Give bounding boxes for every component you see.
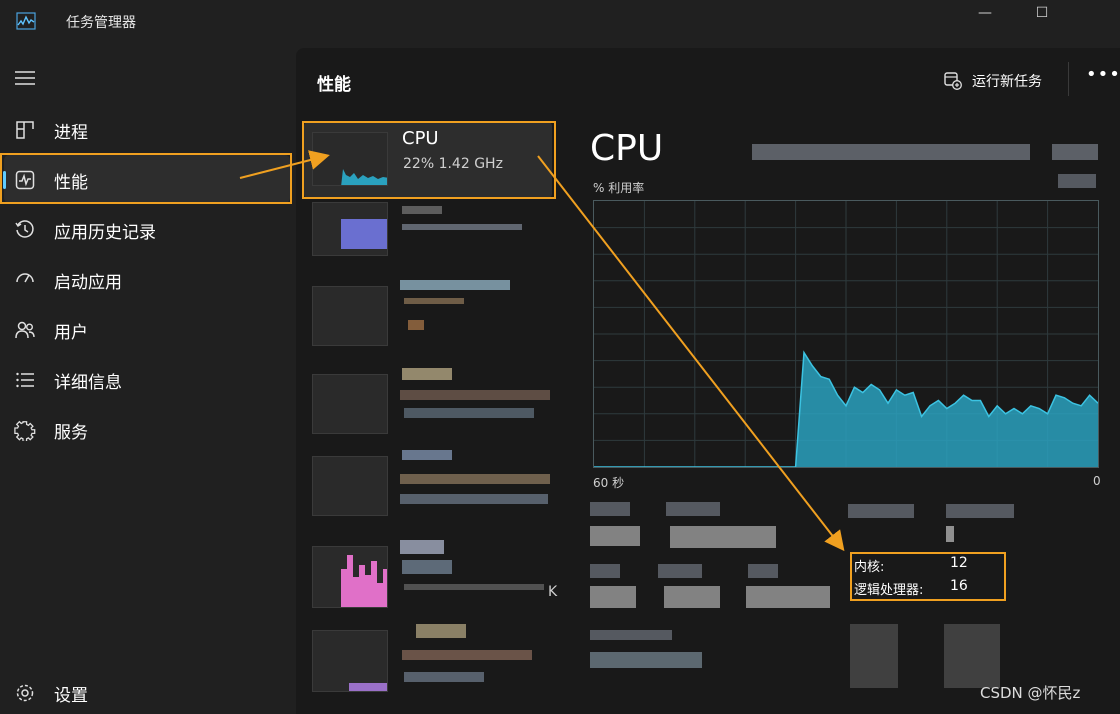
sidebar-item-performance[interactable]: 性能 [3, 155, 290, 203]
sidebar-item-startup-apps[interactable]: 启动应用 [4, 255, 290, 303]
detail-title: CPU [590, 128, 664, 169]
sidebar-item-app-history[interactable]: 应用历史记录 [4, 205, 290, 253]
cpu-max-redacted [1058, 174, 1096, 188]
stats-redacted [590, 526, 640, 546]
sidebar-item-details[interactable]: 详细信息 [4, 355, 290, 403]
stray-letter: K [548, 584, 558, 600]
users-icon [15, 321, 35, 339]
watermark: CSDN @怀民z [980, 684, 1081, 702]
axis-right-label: 0 [1093, 474, 1101, 488]
run-new-task-button[interactable]: 运行新任务 [944, 68, 1042, 94]
sidebar-item-processes[interactable]: 进程 [4, 105, 290, 153]
stats-redacted [590, 502, 630, 516]
sidebar-item-label: 应用历史记录 [54, 223, 156, 243]
cores-label: 内核: [854, 560, 885, 575]
processes-icon [16, 121, 34, 139]
performance-icon [15, 170, 35, 190]
minimize-button[interactable]: — [962, 0, 1008, 30]
stats-redacted [658, 564, 702, 578]
device-summary: 22% 1.42 GHz [403, 156, 503, 172]
logical-processors-value: 16 [950, 578, 968, 594]
settings-label: 设置 [54, 686, 88, 706]
cpu-thumbnail [312, 132, 388, 186]
title-bar: 任务管理器 — ☐ [0, 0, 1120, 44]
device-memory[interactable] [304, 198, 552, 274]
gpu-thumbnail [312, 630, 388, 692]
device-disk-1[interactable] [304, 364, 552, 440]
sidebar-item-label: 性能 [54, 173, 88, 193]
stats-redacted [850, 624, 898, 688]
run-new-task-label: 运行新任务 [972, 74, 1042, 90]
task-manager-icon [16, 12, 36, 30]
window-title: 任务管理器 [66, 15, 136, 31]
stats-redacted [664, 586, 720, 608]
sidebar-item-label: 启动应用 [54, 273, 122, 293]
main-panel: 性能 运行新任务 ••• CPU 22% 1.42 GHz K CPU % 利用… [296, 48, 1120, 714]
details-icon [16, 372, 34, 388]
main-header: 性能 运行新任务 ••• [296, 48, 1120, 110]
stats-redacted [670, 526, 776, 548]
cpu-model-redacted [1052, 144, 1098, 160]
sidebar-item-users[interactable]: 用户 [4, 305, 290, 353]
stats-redacted [946, 504, 1014, 518]
cpu-graph-svg [594, 201, 1099, 468]
device-name: CPU [402, 128, 439, 149]
axis-left-label: 60 秒 [593, 476, 625, 490]
startup-icon [16, 273, 34, 283]
sidebar-item-label: 服务 [54, 423, 88, 443]
cpu-utilization-graph [593, 200, 1099, 468]
stats-redacted [944, 624, 1000, 688]
sidebar-item-settings[interactable]: 设置 [4, 668, 290, 714]
run-task-icon [944, 72, 962, 90]
sidebar-item-label: 进程 [54, 123, 88, 143]
page-title: 性能 [317, 75, 351, 95]
sidebar-item-label: 用户 [54, 323, 88, 343]
memory-thumbnail [312, 202, 388, 256]
cpu-model-redacted [752, 144, 1030, 160]
stats-redacted [590, 586, 636, 608]
device-gpu-0[interactable]: K [304, 536, 557, 612]
device-cpu[interactable]: CPU 22% 1.42 GHz [304, 122, 552, 198]
services-icon [14, 420, 36, 441]
logical-processors-label: 逻辑处理器: [854, 583, 924, 598]
hamburger-menu-icon[interactable] [14, 68, 36, 88]
header-divider [1068, 62, 1069, 96]
device-network[interactable] [304, 446, 552, 522]
sidebar-item-label: 详细信息 [54, 373, 122, 393]
sidebar: 进程 性能 应用历史记录 启动应用 用户 详细信息 服务 设置 [0, 44, 296, 714]
gear-icon [16, 684, 34, 702]
device-gpu-1[interactable] [304, 620, 552, 696]
maximize-button[interactable]: ☐ [1019, 0, 1065, 30]
stats-redacted [746, 586, 830, 608]
stats-redacted [946, 526, 954, 542]
stats-redacted [666, 502, 720, 516]
sidebar-item-services[interactable]: 服务 [4, 405, 290, 453]
network-thumbnail [312, 456, 388, 516]
stats-redacted [590, 564, 620, 578]
history-icon [15, 220, 34, 238]
gpu-thumbnail [312, 546, 388, 608]
stats-redacted [590, 630, 672, 640]
stats-redacted [748, 564, 778, 578]
more-options-button[interactable]: ••• [1086, 64, 1120, 85]
disk-thumbnail [312, 374, 388, 434]
disk-thumbnail [312, 286, 388, 346]
utilization-label: % 利用率 [593, 181, 645, 195]
cores-value: 12 [950, 555, 968, 571]
device-disk-0[interactable] [304, 276, 552, 352]
stats-redacted [848, 504, 914, 518]
stats-redacted [590, 652, 702, 668]
